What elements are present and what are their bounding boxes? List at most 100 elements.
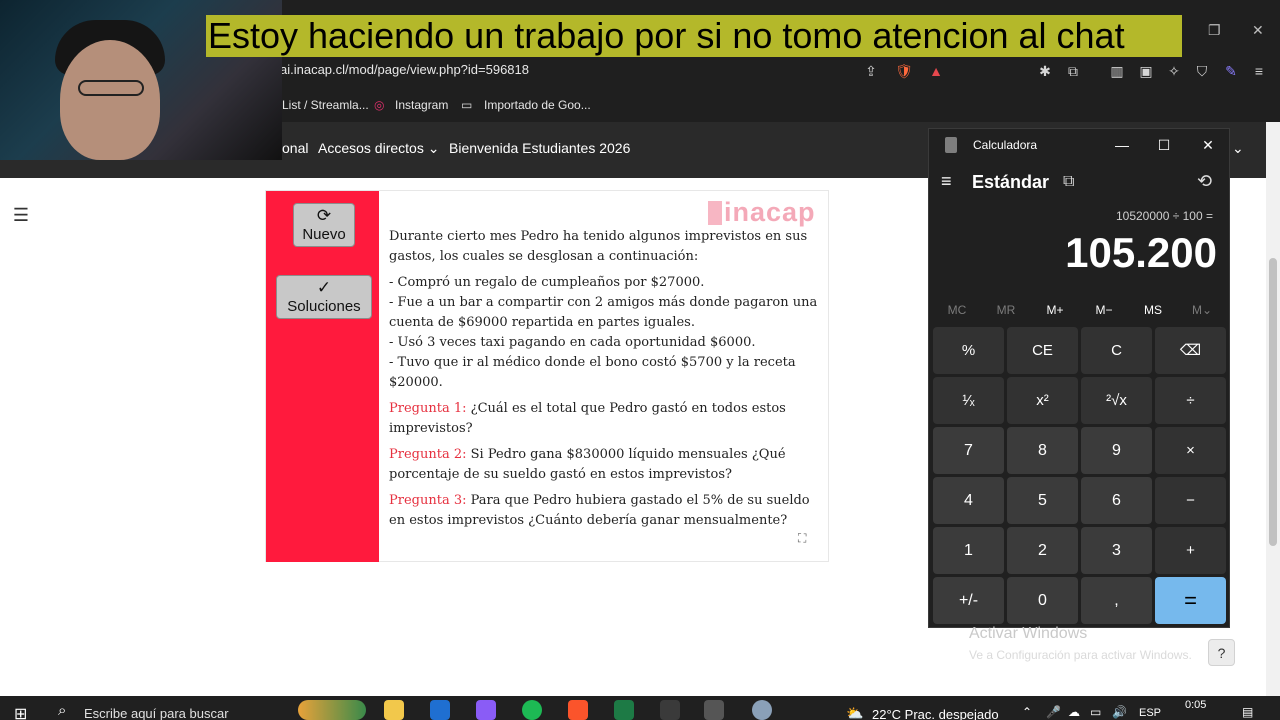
- chevron-up-icon[interactable]: ⌃: [1022, 705, 1032, 719]
- negate-button[interactable]: +/-: [933, 577, 1004, 624]
- memory-subtract-button[interactable]: M−: [1080, 303, 1128, 317]
- nav-item-accesos[interactable]: Accesos directos ⌄: [318, 140, 439, 157]
- question-label: Pregunta 2:: [389, 447, 467, 462]
- digit-5-button[interactable]: 5: [1007, 477, 1078, 524]
- url-field[interactable]: ai.inacap.cl/mod/page/view.php?id=596818: [272, 56, 960, 84]
- help-button[interactable]: ?: [1208, 639, 1235, 666]
- pen-icon[interactable]: ✎: [1222, 62, 1240, 80]
- subtract-button[interactable]: −: [1155, 477, 1226, 524]
- page-scrollbar[interactable]: [1266, 122, 1280, 696]
- brave-icon[interactable]: [568, 700, 588, 720]
- check-icon: ✓: [316, 278, 332, 297]
- copilot-icon[interactable]: [476, 700, 496, 720]
- weather-icon: ⛅: [846, 705, 864, 720]
- decimal-button[interactable]: ,: [1081, 577, 1152, 624]
- paint-icon[interactable]: [752, 700, 772, 720]
- search-icon: ⌕: [58, 702, 67, 719]
- stream-caption: Estoy haciendo un trabajo por si no tomo…: [206, 15, 1182, 57]
- percent-button[interactable]: %: [933, 327, 1004, 374]
- keep-on-top-icon[interactable]: ⧉: [1063, 173, 1074, 191]
- digit-4-button[interactable]: 4: [933, 477, 1004, 524]
- extensions-icon[interactable]: ✱: [1036, 62, 1054, 80]
- onedrive-icon[interactable]: ☁: [1068, 705, 1080, 719]
- digit-9-button[interactable]: 9: [1081, 427, 1152, 474]
- digit-0-button[interactable]: 0: [1007, 577, 1078, 624]
- memory-recall-button[interactable]: MR: [982, 303, 1030, 317]
- fullscreen-icon[interactable]: ⛶: [798, 531, 806, 546]
- volume-icon[interactable]: 🔊: [1112, 705, 1127, 719]
- memory-row: MC MR M+ M− MS M⌄: [933, 299, 1229, 323]
- digit-6-button[interactable]: 6: [1081, 477, 1152, 524]
- wallet-icon[interactable]: ▣: [1137, 62, 1155, 80]
- activity-panel: ⟳ Nuevo ✓ Soluciones inacap Durante cier…: [265, 190, 829, 562]
- memory-list-button[interactable]: M⌄: [1178, 303, 1226, 317]
- brave-shield-icon[interactable]: 🛡: [895, 62, 913, 80]
- calculator-expression: 10520000 ÷ 100 =: [1115, 209, 1213, 223]
- language-indicator[interactable]: ESP: [1139, 707, 1161, 719]
- weather-status[interactable]: 22°C Prac. despejado: [872, 707, 999, 720]
- maximize-icon[interactable]: ☐: [1149, 135, 1179, 155]
- divide-button[interactable]: ÷: [1155, 377, 1226, 424]
- close-icon[interactable]: ✕: [1193, 135, 1223, 155]
- digit-1-button[interactable]: 1: [933, 527, 1004, 574]
- clear-entry-button[interactable]: CE: [1007, 327, 1078, 374]
- bookmark-instagram[interactable]: Instagram: [395, 95, 448, 115]
- spotify-icon[interactable]: [522, 700, 542, 720]
- question-label: Pregunta 3:: [389, 493, 467, 508]
- chevron-down-icon[interactable]: ⌄: [1232, 140, 1244, 157]
- expense-item: - Fue a un bar a compartir con 2 amigos …: [389, 295, 818, 330]
- activation-watermark-title: Activar Windows: [969, 625, 1088, 642]
- multiply-button[interactable]: ×: [1155, 427, 1226, 474]
- chevron-down-icon: ⌄: [427, 140, 440, 156]
- hamburger-menu-icon[interactable]: ≡: [941, 171, 952, 192]
- new-problem-button[interactable]: ⟳ Nuevo: [293, 203, 355, 247]
- history-icon[interactable]: ⟲: [1197, 171, 1212, 192]
- bookmark-streamlabs[interactable]: List / Streamla...: [282, 95, 369, 115]
- close-icon[interactable]: ✕: [1252, 22, 1264, 39]
- add-button[interactable]: +: [1155, 527, 1226, 574]
- clock-time[interactable]: 0:05: [1185, 699, 1206, 711]
- minimize-icon[interactable]: —: [1107, 135, 1137, 155]
- leo-ai-icon[interactable]: ✧: [1165, 62, 1183, 80]
- activity-sidebar: ⟳ Nuevo ✓ Soluciones: [266, 191, 379, 562]
- square-button[interactable]: x²: [1007, 377, 1078, 424]
- vpn-icon[interactable]: ⛉: [1193, 62, 1211, 80]
- solutions-button[interactable]: ✓ Soluciones: [276, 275, 372, 319]
- nav-item-personal[interactable]: onal: [282, 140, 308, 156]
- expense-item: - Usó 3 veces taxi pagando en cada oport…: [389, 335, 756, 350]
- calculator-taskbar-icon[interactable]: [704, 700, 724, 720]
- screenshot-icon[interactable]: ⧉: [1064, 62, 1082, 80]
- file-explorer-icon[interactable]: [384, 700, 404, 720]
- course-index-icon[interactable]: ☰: [6, 200, 36, 230]
- memory-clear-button[interactable]: MC: [933, 303, 981, 317]
- digit-2-button[interactable]: 2: [1007, 527, 1078, 574]
- equals-button[interactable]: =: [1155, 577, 1226, 624]
- brave-rewards-icon[interactable]: ▲: [927, 62, 945, 80]
- nav-item-bienvenida[interactable]: Bienvenida Estudiantes 2026: [449, 140, 630, 156]
- windows-start-icon[interactable]: ⊞: [14, 704, 27, 720]
- sidebar-icon[interactable]: ▥: [1108, 62, 1126, 80]
- outlook-icon[interactable]: [430, 700, 450, 720]
- memory-add-button[interactable]: M+: [1031, 303, 1079, 317]
- clear-button[interactable]: C: [1081, 327, 1152, 374]
- backspace-button[interactable]: ⌫: [1155, 327, 1226, 374]
- network-icon[interactable]: ▭: [1090, 705, 1101, 719]
- menu-icon[interactable]: ≡: [1250, 62, 1268, 80]
- excel-icon[interactable]: [614, 700, 634, 720]
- square-root-button[interactable]: ²√x: [1081, 377, 1152, 424]
- bookmark-folder-imported[interactable]: Importado de Goo...: [484, 95, 591, 115]
- memory-store-button[interactable]: MS: [1129, 303, 1177, 317]
- calculator-app-icon: [945, 137, 957, 153]
- digit-7-button[interactable]: 7: [933, 427, 1004, 474]
- restore-icon[interactable]: ❐: [1208, 22, 1221, 39]
- widgets-icon[interactable]: [298, 700, 366, 720]
- digit-3-button[interactable]: 3: [1081, 527, 1152, 574]
- digit-8-button[interactable]: 8: [1007, 427, 1078, 474]
- taskbar-search-input[interactable]: Escribe aquí para buscar: [84, 706, 229, 720]
- scrollbar-thumb[interactable]: [1269, 258, 1277, 546]
- microphone-icon[interactable]: 🎤: [1046, 705, 1061, 719]
- notifications-icon[interactable]: ▤: [1242, 705, 1253, 719]
- reciprocal-button[interactable]: ¹⁄ₓ: [933, 377, 1004, 424]
- app-icon[interactable]: [660, 700, 680, 720]
- share-icon[interactable]: ⇪: [862, 62, 880, 80]
